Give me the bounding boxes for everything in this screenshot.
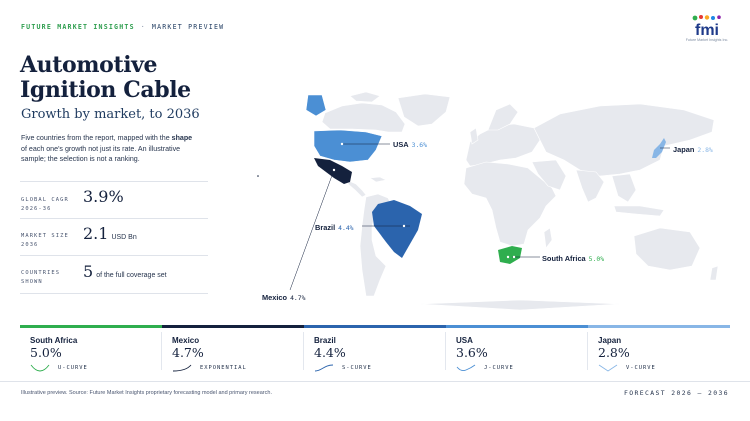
card-curve: V-CURVE xyxy=(626,365,656,371)
u-curve-icon xyxy=(30,364,50,372)
j-curve-icon xyxy=(456,364,476,372)
card-japan: Japan 2.8% V-CURVE xyxy=(588,325,730,372)
page-subtitle: Growth by market, to 2036 xyxy=(21,107,200,122)
stat-market-size: MARKET SIZE 2036 2.1 USD Bn xyxy=(20,218,208,255)
description: Five countries from the report, mapped w… xyxy=(21,133,193,165)
v-curve-icon xyxy=(598,364,618,372)
card-country: South Africa xyxy=(30,336,78,345)
card-mexico: Mexico 4.7% EXPONENTIAL xyxy=(162,325,304,372)
card-curve: EXPONENTIAL xyxy=(200,365,247,371)
card-curve: U-CURVE xyxy=(58,365,88,371)
stat-value: 3.9% xyxy=(83,187,124,206)
stat-unit: of the full coverage set xyxy=(96,272,167,279)
card-value: 5.0% xyxy=(30,345,62,360)
page-title: Automotive Ignition Cable xyxy=(20,53,191,103)
card-value: 3.6% xyxy=(456,345,488,360)
callout-mexico: Mexico 4.7% xyxy=(262,293,306,302)
brand-line: FUTURE MARKET INSIGHTS · MARKET PREVIEW xyxy=(21,23,224,31)
card-usa: USA 3.6% J-CURVE xyxy=(446,325,588,372)
card-country: USA xyxy=(456,336,473,345)
callout-south-africa: South Africa 5.0% xyxy=(542,254,605,263)
s-curve-icon xyxy=(314,364,334,372)
stat-label: GLOBAL CAGR 2026-36 xyxy=(21,197,69,212)
section-label: MARKET PREVIEW xyxy=(151,23,225,31)
footer-forecast: FORECAST 2026 – 2036 xyxy=(624,389,729,397)
title-line-1: Automotive xyxy=(20,52,158,78)
brazil-shape xyxy=(372,200,422,258)
stat-label: COUNTRIES SHOWN xyxy=(21,270,61,285)
world-map xyxy=(257,91,719,311)
description-part-2: of each one's growth not just its rate. … xyxy=(21,144,181,164)
card-country: Mexico xyxy=(172,336,200,345)
card-value: 4.7% xyxy=(172,345,204,360)
card-value: 2.8% xyxy=(598,345,630,360)
callout-japan: Japan 2.8% xyxy=(673,145,713,154)
footer-source: Illustrative preview. Source: Future Mar… xyxy=(21,390,272,396)
brand-separator: · xyxy=(140,23,146,31)
stat-value: 2.1 USD Bn xyxy=(83,224,137,243)
card-south-africa: South Africa 5.0% U-CURVE xyxy=(20,325,162,372)
card-brazil: Brazil 4.4% S-CURVE xyxy=(304,325,446,372)
brand-name: FUTURE MARKET INSIGHTS xyxy=(21,23,135,31)
card-curve: J-CURVE xyxy=(484,365,514,371)
stat-unit: USD Bn xyxy=(111,234,137,241)
exponential-curve-icon xyxy=(172,364,192,372)
description-part-1: Five countries from the report, mapped w… xyxy=(21,134,172,142)
south-africa-shape xyxy=(498,246,522,264)
title-line-2: Ignition Cable xyxy=(20,77,191,103)
card-value: 4.4% xyxy=(314,345,346,360)
stat-value: 5 of the full coverage set xyxy=(83,262,167,281)
callout-usa: USA 3.6% xyxy=(393,140,427,149)
stat-global-cagr: GLOBAL CAGR 2026-36 3.9% xyxy=(20,181,208,218)
map-land xyxy=(321,91,719,311)
card-country: Japan xyxy=(598,336,622,345)
description-emphasis: shape xyxy=(171,134,193,142)
country-cards: South Africa 5.0% U-CURVE Mexico 4.7% EX… xyxy=(20,325,730,372)
footer-divider xyxy=(0,381,750,382)
logo-text: fmi xyxy=(695,22,719,39)
mexico-shape xyxy=(314,158,352,184)
logo-subtext: Future Market Insights Inc. xyxy=(685,38,729,42)
stat-label: MARKET SIZE 2036 xyxy=(21,233,69,248)
card-country: Brazil xyxy=(314,336,336,345)
card-curve: S-CURVE xyxy=(342,365,372,371)
callout-brazil: Brazil 4.4% xyxy=(315,223,354,232)
stat-countries-shown: COUNTRIES SHOWN 5 of the full coverage set xyxy=(20,255,208,294)
